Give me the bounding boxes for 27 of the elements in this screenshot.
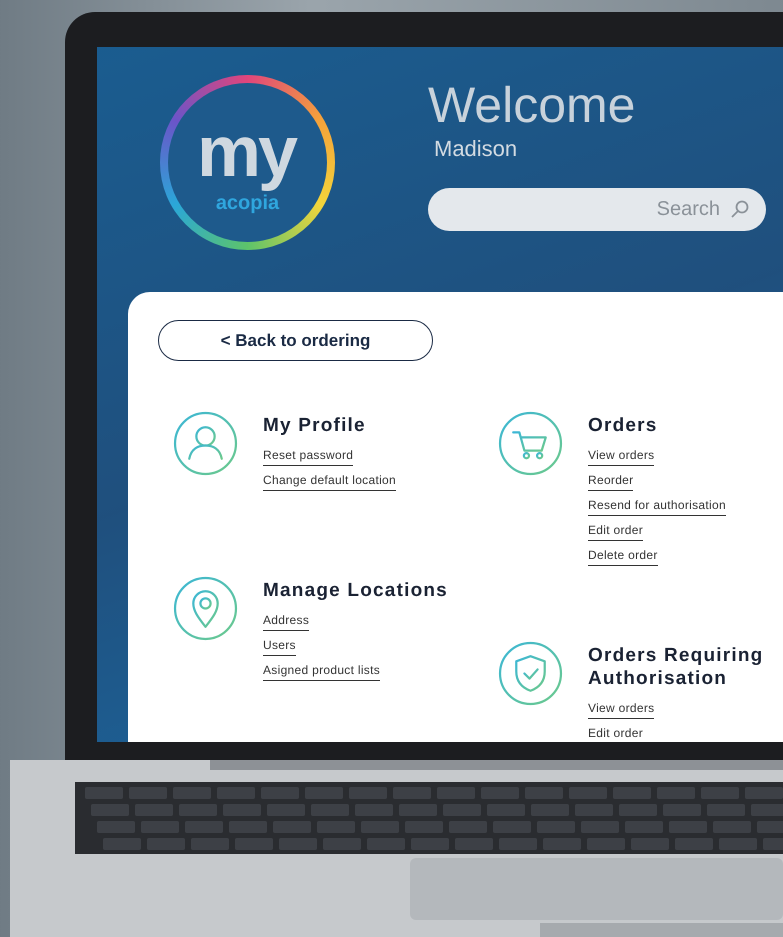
menu-link[interactable]: Reorder <box>588 472 634 491</box>
logo-subtext: acopia <box>216 192 280 214</box>
menu-link[interactable]: View orders <box>588 700 654 719</box>
menu-link[interactable]: Reset password <box>263 448 354 466</box>
section-title: Orders Requiring Authorisation <box>588 645 764 691</box>
section-title: Manage Locations <box>263 580 449 603</box>
menu-link[interactable]: Edit order <box>588 726 644 742</box>
menu-link[interactable]: Asigned product lists <box>263 662 380 681</box>
logo-text: my <box>196 111 297 194</box>
back-button[interactable]: < Back to ordering <box>158 320 433 361</box>
welcome-title: Welcome <box>428 80 636 130</box>
search-icon <box>730 199 750 219</box>
menu-link[interactable]: View orders <box>588 448 654 466</box>
user-name: Madison <box>434 136 518 162</box>
map-pin-icon <box>173 576 238 641</box>
menu-link[interactable]: Users <box>263 638 296 656</box>
section-title: My Profile <box>263 415 367 438</box>
menu-link[interactable]: Resend for authorisation <box>588 498 726 516</box>
menu-link[interactable]: Change default location <box>263 472 396 491</box>
menu-link[interactable]: Edit order <box>588 522 644 541</box>
person-icon <box>173 411 238 476</box>
section-title: Orders <box>588 415 659 438</box>
menu-link[interactable]: Delete order <box>588 548 658 566</box>
cart-icon <box>498 411 563 476</box>
search-field[interactable]: Search <box>428 188 766 231</box>
shield-check-icon <box>498 641 563 706</box>
menu-link[interactable]: Address <box>263 612 310 631</box>
